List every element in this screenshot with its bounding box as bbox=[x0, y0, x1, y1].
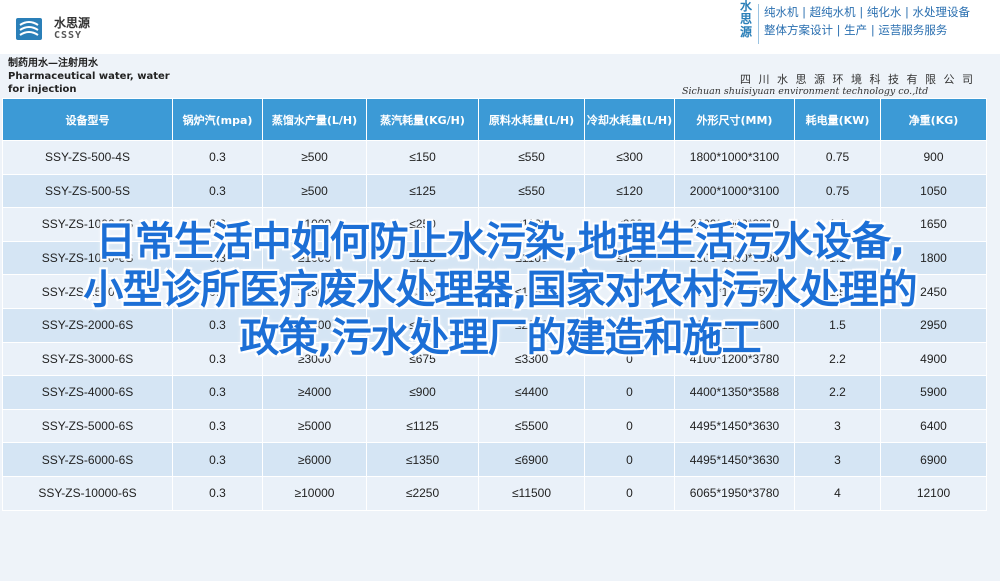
table-cell: ≥5000 bbox=[262, 408, 367, 444]
table-cell: SSY-ZS-500-5S bbox=[2, 173, 173, 209]
table-cell: 0 bbox=[584, 442, 675, 477]
table-cell: 1800*1000*3100 bbox=[674, 140, 795, 175]
table-cell: ≤150 bbox=[366, 140, 479, 175]
column-header: 耗电量(KW) bbox=[794, 98, 881, 141]
brand-subtitle: CSSY bbox=[54, 30, 83, 41]
table-cell: ≥500 bbox=[262, 173, 367, 209]
table-cell: 4495*1450*3630 bbox=[674, 408, 795, 444]
column-header: 净重(KG) bbox=[880, 98, 987, 141]
table-cell: 2000*1000*3100 bbox=[674, 173, 795, 209]
table-cell: 6400 bbox=[880, 408, 987, 444]
table-cell: 5900 bbox=[880, 375, 987, 410]
table-cell: 0.75 bbox=[794, 173, 881, 209]
column-header: 锅炉汽(mpa) bbox=[172, 98, 263, 141]
column-header: 蒸馏水产量(L/H) bbox=[262, 98, 367, 141]
brand-logo-icon bbox=[16, 18, 42, 40]
table-cell: ≤2250 bbox=[366, 475, 479, 511]
page-header: 水思源 CSSY 水思源 纯水机 | 超纯水机 | 纯化水 | 水处理设备 整体… bbox=[0, 0, 1000, 54]
table-cell: ≤1350 bbox=[366, 442, 479, 477]
table-cell: 4495*1450*3630 bbox=[674, 442, 795, 477]
table-cell: ≤550 bbox=[478, 173, 585, 209]
table-row: SSY-ZS-10000-6S 0.3 ≥10000 ≤2250 ≤11500 0 6065… bbox=[2, 475, 987, 511]
table-cell: ≤120 bbox=[584, 173, 675, 209]
services-line-2: 整体方案设计 | 生产 | 运营服务服务 bbox=[764, 23, 948, 37]
table-cell: 4 bbox=[794, 475, 881, 511]
table-cell: 1050 bbox=[880, 173, 987, 209]
table-cell: 4400*1350*3588 bbox=[674, 375, 795, 410]
table-row: SSY-ZS-6000-6S 0.3 ≥6000 ≤1350 ≤6900 0 4495*14… bbox=[2, 442, 987, 477]
table-cell: 0.3 bbox=[172, 442, 263, 477]
table-header-row: 设备型号 锅炉汽(mpa) 蒸馏水产量(L/H) 蒸汽耗量(KG/H) 原料水耗量(L/… bbox=[2, 98, 987, 141]
table-cell: 0.3 bbox=[172, 140, 263, 175]
column-header: 冷却水耗量(L/H) bbox=[584, 98, 675, 141]
table-cell: ≤5500 bbox=[478, 408, 585, 444]
table-cell: 0 bbox=[584, 475, 675, 511]
column-header: 蒸汽耗量(KG/H) bbox=[366, 98, 479, 141]
table-cell: SSY-ZS-500-4S bbox=[2, 140, 173, 175]
table-row: SSY-ZS-500-4S 0.3 ≥500 ≤150 ≤550 ≤300 1800*100… bbox=[2, 140, 987, 175]
brand-name: 水思源 bbox=[54, 16, 91, 30]
table-cell: 12100 bbox=[880, 475, 987, 511]
table-cell: ≤6900 bbox=[478, 442, 585, 477]
table-cell: ≥4000 bbox=[262, 375, 367, 410]
headline-overlay: 日常生活中如何防止水污染,地理生活污水设备, 小型诊所医疗废水处理器,国家对农村… bbox=[20, 218, 980, 362]
table-cell: 0 bbox=[584, 375, 675, 410]
table-cell: SSY-ZS-10000-6S bbox=[2, 475, 173, 511]
table-cell: ≤900 bbox=[366, 375, 479, 410]
table-row: SSY-ZS-4000-6S 0.3 ≥4000 ≤900 ≤4400 0 4400*135… bbox=[2, 375, 987, 410]
column-header: 外形尺寸(MM) bbox=[674, 98, 795, 141]
table-row: SSY-ZS-5000-6S 0.3 ≥5000 ≤1125 ≤5500 0 4495*14… bbox=[2, 408, 987, 444]
table-cell: 6065*1950*3780 bbox=[674, 475, 795, 511]
company-name-cn: 四 川 水 思 源 环 境 科 技 有 限 公 司 bbox=[740, 73, 975, 86]
headline-line-2: 小型诊所医疗废水处理器,国家对农村污水处理的 bbox=[83, 267, 917, 313]
table-title-cn: 制药用水—注射用水 bbox=[8, 58, 98, 69]
table-cell: ≤4400 bbox=[478, 375, 585, 410]
column-header: 原料水耗量(L/H) bbox=[478, 98, 585, 141]
table-cell: 0.3 bbox=[172, 408, 263, 444]
table-cell: 0 bbox=[584, 408, 675, 444]
table-cell: SSY-ZS-5000-6S bbox=[2, 408, 173, 444]
table-cell: 0.3 bbox=[172, 173, 263, 209]
table-cell: 3 bbox=[794, 442, 881, 477]
right-brand-logo: 水思源 bbox=[740, 0, 753, 39]
company-name-en: Sichuan shuisiyuan environment technolog… bbox=[682, 86, 929, 97]
table-cell: ≤11500 bbox=[478, 475, 585, 511]
services-line-1: 纯水机 | 超纯水机 | 纯化水 | 水处理设备 bbox=[764, 5, 971, 19]
table-cell: ≥6000 bbox=[262, 442, 367, 477]
table-cell: ≤300 bbox=[584, 140, 675, 175]
table-row: SSY-ZS-500-5S 0.3 ≥500 ≤125 ≤550 ≤120 2000*100… bbox=[2, 173, 987, 209]
table-title: 制药用水—注射用水 Pharmaceutical water, water fo… bbox=[2, 57, 170, 103]
table-title-en: Pharmaceutical water, water for injectio… bbox=[8, 71, 170, 95]
table-cell: SSY-ZS-4000-6S bbox=[2, 375, 173, 410]
table-cell: ≤550 bbox=[478, 140, 585, 175]
headline-line-1: 日常生活中如何防止水污染,地理生活污水设备, bbox=[95, 219, 905, 265]
header-divider bbox=[758, 4, 759, 44]
column-header: 设备型号 bbox=[2, 98, 173, 141]
table-cell: 0.3 bbox=[172, 375, 263, 410]
header-services: 纯水机 | 超纯水机 | 纯化水 | 水处理设备 整体方案设计 | 生产 | 运… bbox=[764, 3, 1000, 39]
table-cell: ≤125 bbox=[366, 173, 479, 209]
table-cell: ≥10000 bbox=[262, 475, 367, 511]
table-cell: 0.3 bbox=[172, 475, 263, 511]
table-cell: ≤1125 bbox=[366, 408, 479, 444]
table-cell: 3 bbox=[794, 408, 881, 444]
headline-line-3: 政策,污水处理厂的建造和施工 bbox=[239, 315, 761, 361]
table-cell: 2.2 bbox=[794, 375, 881, 410]
table-cell: SSY-ZS-6000-6S bbox=[2, 442, 173, 477]
table-cell: 900 bbox=[880, 140, 987, 175]
table-cell: 0.75 bbox=[794, 140, 881, 175]
table-cell: 6900 bbox=[880, 442, 987, 477]
table-cell: ≥500 bbox=[262, 140, 367, 175]
